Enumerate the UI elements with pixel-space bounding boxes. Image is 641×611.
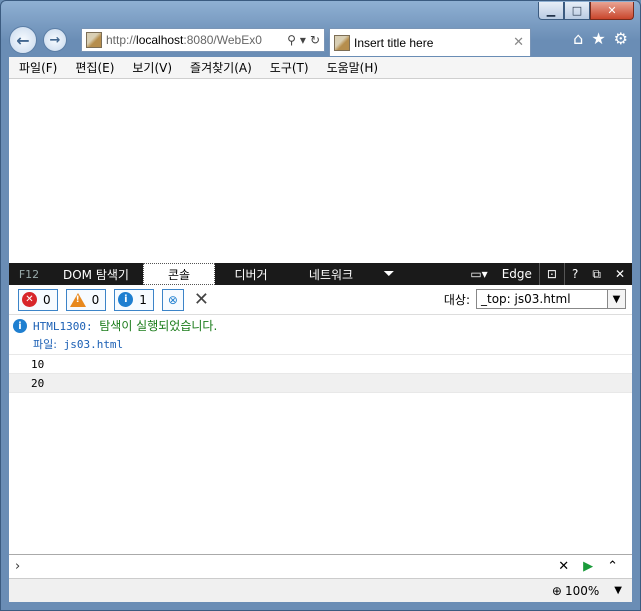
undock-icon[interactable]: ⧉ [585,267,608,282]
emulation-icon[interactable]: ▭▾ [463,267,494,281]
zoom-control[interactable]: ⊕ 100% ▼ [552,584,622,598]
navigation-bar: ← → http://localhost:8080/WebEx0 ⚲ ▾ ↻ I… [9,23,632,57]
clear-console-icon[interactable]: ✕ [194,289,209,310]
warnings-filter-button[interactable]: 0 [65,288,107,311]
zoom-dropdown-icon[interactable]: ▼ [614,585,622,596]
search-icon[interactable]: ⚲ [287,33,296,47]
maximize-button[interactable]: □ [564,2,590,20]
chevron-down-icon: ▼ [607,290,625,308]
help-icon[interactable]: ? [565,267,585,281]
target-dropdown[interactable]: _top: js03.html ▼ [476,289,626,309]
minimize-button[interactable]: ▁ [538,2,564,20]
home-icon[interactable]: ⌂ [573,29,583,48]
target-value: _top: js03.html [481,292,571,306]
tab-favicon-icon [334,34,350,51]
developer-tools: F12 DOM 탐색기 콘솔 디버거 네트워크 ⏷ ▭▾ Edge ⊡ ? ⧉ … [9,263,632,578]
browser-tab[interactable]: Insert title here ✕ [329,28,531,56]
console-log-row: 20 [9,374,632,393]
file-label: 파일: [33,338,57,351]
expand-input-icon[interactable]: ⌃ [607,559,618,574]
menu-bar: 파일(F) 편집(E) 보기(V) 즐겨찾기(A) 도구(T) 도움말(H) [9,57,632,79]
warning-count: 0 [91,292,100,307]
console-command-line[interactable]: › ✕ ▶ ⌃ [9,554,632,578]
f12-label: F12 [18,267,40,281]
message-text: 탐색이 실행되었습니다. [99,319,218,333]
clear-input-icon[interactable]: ✕ [558,559,569,574]
close-devtools-icon[interactable]: ✕ [608,267,632,281]
status-bar: ⊕ 100% ▼ [9,578,632,602]
target-label: 대상: [443,292,470,307]
menu-help[interactable]: 도움말(H) [317,59,387,76]
refresh-icon[interactable]: ↻ [310,33,320,47]
tab-console[interactable]: 콘솔 [143,263,215,285]
zoom-level: 100% [564,583,600,598]
menu-tools[interactable]: 도구(T) [260,59,317,76]
error-icon: ✕ [22,292,37,307]
tab-close-icon[interactable]: ✕ [513,35,524,50]
address-text: http://localhost:8080/WebEx0 [106,33,262,47]
page-favicon-icon [86,32,102,48]
menu-edit[interactable]: 편집(E) [65,59,122,76]
message-code: HTML1300: [33,320,93,333]
clear-on-navigate-icon: ⊗ [167,292,178,307]
more-tabs-icon[interactable]: ⏷ [375,263,403,285]
prompt-chevron-icon: › [15,559,21,574]
dropdown-icon[interactable]: ▾ [300,33,306,47]
zoom-icon: ⊕ [551,583,562,598]
devtools-tab-bar: F12 DOM 탐색기 콘솔 디버거 네트워크 ⏷ ▭▾ Edge ⊡ ? ⧉ … [9,263,632,285]
tab-debugger[interactable]: 디버거 [215,263,287,285]
console-output: i HTML1300: 탐색이 실행되었습니다. 파일: js03.html 1… [9,315,632,393]
console-toggle-icon[interactable]: ⊡ [540,267,564,281]
info-message-icon: i [13,319,27,333]
menu-file[interactable]: 파일(F) [9,59,65,76]
run-script-icon[interactable]: ▶ [583,559,593,574]
tab-network[interactable]: 네트워크 [287,263,375,285]
console-log-row: 10 [9,355,632,374]
back-button[interactable]: ← [9,26,37,54]
warning-icon [69,292,86,307]
target-selector: 대상: _top: js03.html ▼ [444,289,626,309]
menu-view[interactable]: 보기(V) [122,59,180,76]
favorites-star-icon[interactable]: ★ [591,29,605,48]
clear-on-navigate-button[interactable]: ⊗ [161,288,184,311]
info-icon: i [118,292,134,307]
caption-buttons: ▁ □ ✕ [538,2,634,20]
settings-gear-icon[interactable]: ⚙ [614,29,628,48]
tab-dom-explorer[interactable]: DOM 탐색기 [49,263,143,285]
close-window-button[interactable]: ✕ [590,2,634,20]
address-bar[interactable]: http://localhost:8080/WebEx0 ⚲ ▾ ↻ [81,28,325,52]
forward-button[interactable]: → [43,28,67,52]
browser-window: ▁ □ ✕ ← → http://localhost:8080/WebEx0 ⚲… [0,0,641,611]
menu-favorites[interactable]: 즐겨찾기(A) [180,59,260,76]
error-count: 0 [43,292,51,307]
info-count: 1 [139,292,147,307]
tab-title: Insert title here [354,35,434,50]
page-content [9,79,632,263]
edge-mode-label[interactable]: Edge [495,267,539,281]
errors-filter-button[interactable]: ✕ 0 [18,288,58,311]
file-link[interactable]: js03.html [64,338,124,351]
info-filter-button[interactable]: i 1 [114,288,154,311]
console-info-message: i HTML1300: 탐색이 실행되었습니다. 파일: js03.html [9,315,632,355]
console-toolbar: ✕ 0 0 i 1 ⊗ ✕ 대상: _top: js03.html ▼ [9,285,632,315]
